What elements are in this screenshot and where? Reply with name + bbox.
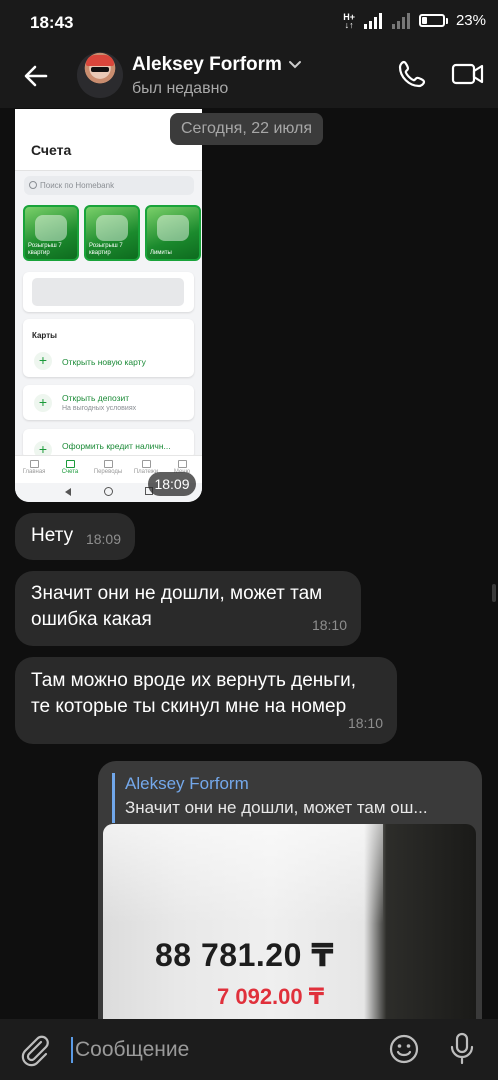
app-cards-section: Карты + Открыть новую карту [23,319,194,377]
chevron-down-icon [288,61,301,69]
date-separator: Сегодня, 22 июля [170,113,324,145]
emoji-icon[interactable] [388,1033,420,1065]
promo-label: Розыгрыш 7 квартир [28,243,62,256]
promo-tile: Розыгрыш 7 квартир [23,205,79,261]
app-deposit-card: + Открыть депозит На выгодных условиях [23,385,194,420]
message-bubble[interactable]: Значит они не дошли, может там ошибка ка… [15,571,361,646]
message-text-line: Там можно вроде их вернуть деньги, [31,670,357,691]
credit-label: Оформить кредит наличн... [62,441,171,451]
back-arrow-icon[interactable] [20,60,52,92]
tab-label: Переводы [93,469,123,475]
message-time: 18:10 [311,617,347,633]
app-placeholder-card [23,272,194,312]
app-title: Счета [31,142,72,158]
message-time: 18:09 [85,531,121,547]
message-bubble[interactable]: Нету 18:09 [15,513,135,560]
battery-percent: 23% [455,12,486,29]
open-deposit-label: Открыть депозит [62,393,130,403]
message-text-line: те которые ты скинул мне на номер [31,696,347,717]
nav-back-icon [65,488,71,496]
app-tab-accounts: Счета [53,460,87,475]
photo-amount-main: 88 781.20 ₸ [155,937,335,973]
nav-home-icon [104,487,113,496]
contact-status: был недавно [132,80,229,97]
deposit-subtitle: На выгодных условиях [62,405,137,412]
network-indicator: H+ ↓↑ [343,12,355,30]
cards-header: Карты [32,331,57,340]
promo-tile: Розыгрыш 7 квартир [84,205,140,261]
quote-text: Значит они не дошли, может там ош... [125,798,428,817]
promo-tile: Лимиты [145,205,201,261]
app-search-field: Поиск по Homebank [24,176,194,195]
tab-label: Главная [22,469,46,475]
message-time: 18:09 [148,472,196,496]
photo-amount-red: 7 092.00 ₸ [217,984,325,1009]
signal-strong-icon [363,12,382,29]
message-time: 18:10 [347,715,383,731]
app-tab-transfers: Переводы [91,460,125,475]
avatar[interactable] [77,52,123,98]
message-input-bar [0,1019,498,1080]
plus-icon: + [34,352,52,370]
open-card-label: Открыть новую карту [62,357,146,367]
message-text-line: Значит они не дошли, может там [31,583,323,604]
signal-weak-icon [391,12,410,29]
tab-label: Счета [61,469,79,475]
message-bubble[interactable]: Там можно вроде их вернуть деньги, те ко… [15,657,397,744]
chat-header: Aleksey Forform был недавно [0,44,498,108]
status-icons: H+ ↓↑ 23% [343,12,486,29]
status-time: 18:43 [30,13,74,32]
scrollbar-thumb[interactable] [492,584,496,602]
message-text-line: ошибка какая [31,609,152,630]
video-icon[interactable] [450,58,486,90]
message-input[interactable] [75,1032,365,1068]
screenshot-image-message[interactable]: Счета Поиск по Homebank Розыгрыш 7 кварт… [15,109,202,502]
paperclip-icon[interactable] [18,1033,52,1067]
text-caret [71,1037,73,1063]
network-activity: ↓↑ [344,19,354,30]
battery-icon [418,14,448,27]
promo-label: Лимиты [150,250,172,256]
message-text: Нету [31,525,74,546]
contact-name-row[interactable]: Aleksey Forform [132,54,302,76]
microphone-icon[interactable] [446,1031,478,1067]
photo-attachment[interactable]: 88 781.20 ₸ 7 092.00 ₸ [103,824,476,1041]
promo-label: Розыгрыш 7 квартир [89,243,123,256]
app-tab-home: Главная [17,460,51,475]
contact-name: Aleksey Forform [132,54,282,75]
status-bar: 18:43 H+ ↓↑ 23% [0,0,498,44]
reply-message-bubble[interactable]: Aleksey Forform Значит они не дошли, мож… [98,761,482,1041]
quote-author: Aleksey Forform [125,774,249,793]
reply-quote[interactable]: Aleksey Forform Значит они не дошли, мож… [112,773,468,823]
plus-icon: + [34,394,52,412]
phone-icon[interactable] [396,58,428,90]
